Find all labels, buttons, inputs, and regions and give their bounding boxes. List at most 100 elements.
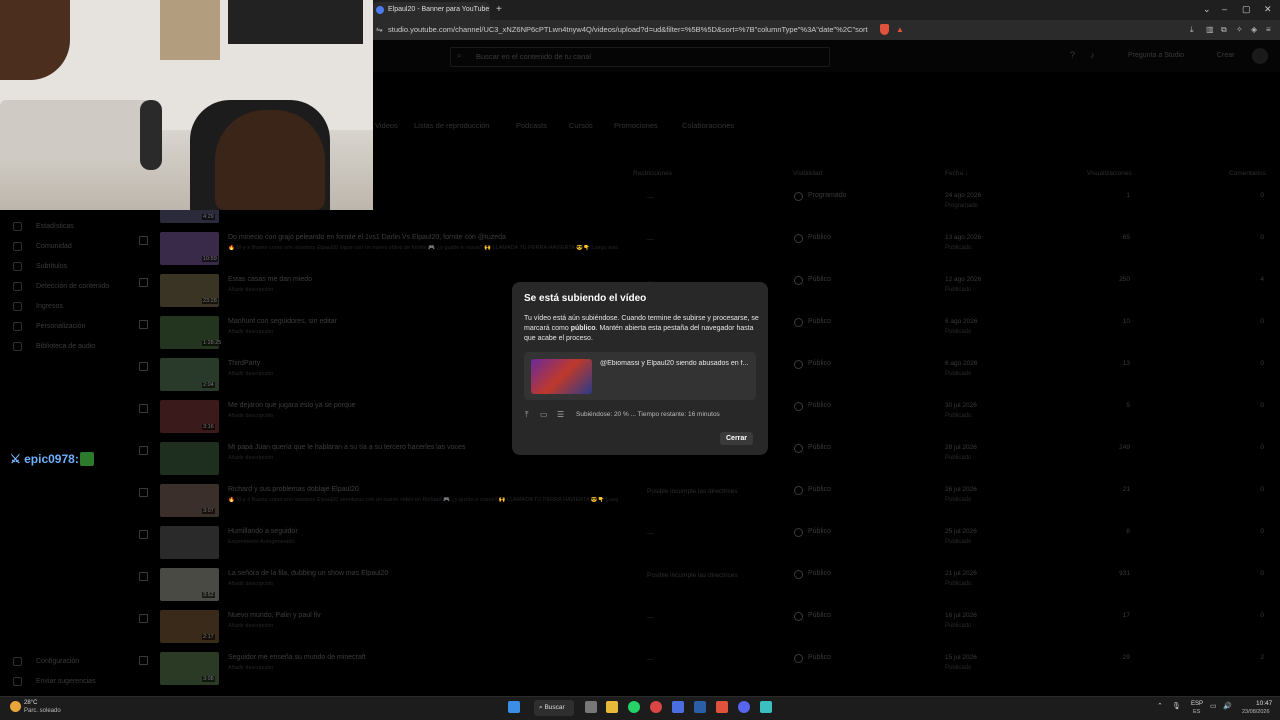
video-title[interactable]: Humillando a seguidor: [228, 528, 298, 535]
sidebar-item-0[interactable]: Estadísticas: [36, 223, 74, 230]
sidebar-item-5[interactable]: Personalización: [36, 323, 85, 330]
brave-taskbar-icon[interactable]: [716, 701, 728, 713]
help-icon[interactable]: ?: [1070, 50, 1075, 60]
video-thumbnail[interactable]: [160, 526, 219, 559]
whatsapp-icon[interactable]: [628, 701, 640, 713]
col-date[interactable]: Fecha ↓: [945, 170, 968, 177]
sidebar-item-1[interactable]: Comunidad: [36, 243, 72, 250]
video-title[interactable]: Me dejaron que jugara esto ya se porque: [228, 402, 356, 409]
video-title[interactable]: Estas casas me dan miedo: [228, 276, 312, 283]
notifications-icon[interactable]: ♪: [1090, 50, 1095, 60]
brave-rewards-icon[interactable]: ▲: [896, 25, 904, 34]
extensions-icon[interactable]: ✧: [1236, 25, 1243, 34]
weather-icon[interactable]: [10, 701, 21, 712]
video-visibility[interactable]: Público: [808, 276, 831, 283]
video-title[interactable]: Do minecio con grajo peleando en fornite…: [228, 234, 506, 241]
screenshot-icon[interactable]: ⧉: [1221, 25, 1227, 35]
avatar[interactable]: [1252, 48, 1268, 64]
video-views: 250: [1119, 276, 1130, 283]
sidebar-item-4[interactable]: Ingresos: [36, 303, 63, 310]
discord-icon[interactable]: [738, 701, 750, 713]
video-visibility[interactable]: Público: [808, 486, 831, 493]
tab-4[interactable]: Promociones: [614, 121, 658, 130]
ask-studio-button[interactable]: Pregunta a Studio: [1128, 52, 1184, 59]
new-tab-button[interactable]: +: [496, 4, 502, 15]
sidebar-item-2[interactable]: Subtítulos: [36, 263, 67, 270]
video-title[interactable]: Seguidor me enseña su mundo de minecraft: [228, 654, 366, 661]
start-icon[interactable]: [508, 701, 520, 713]
tab-list-icon[interactable]: ⌄: [1203, 4, 1211, 15]
video-title[interactable]: Richard y sus problemas doblaje Elpaul20: [228, 486, 359, 493]
video-title[interactable]: Nuevo mundo, Palin y paul fiv: [228, 612, 321, 619]
video-visibility[interactable]: Público: [808, 360, 831, 367]
tray-chevron-icon[interactable]: ⌃: [1157, 702, 1163, 710]
brave-shield-icon[interactable]: [880, 24, 889, 35]
notepad-icon[interactable]: [760, 701, 772, 713]
table-row[interactable]: 3:07 Richard y sus problemas doblaje Elpa…: [130, 484, 1280, 526]
video-visibility[interactable]: Público: [808, 528, 831, 535]
row-checkbox[interactable]: [139, 488, 148, 497]
browser-tab[interactable]: Elpaul20 - Banner para YouTube: [372, 2, 490, 20]
row-checkbox[interactable]: [139, 320, 148, 329]
app-icon[interactable]: [672, 701, 684, 713]
mic-icon[interactable]: 🎙: [1172, 702, 1181, 710]
clock-time[interactable]: 10:47: [1256, 700, 1272, 707]
video-title[interactable]: ThirdParty: [228, 360, 260, 367]
video-comments: 0: [1260, 444, 1264, 451]
sidebar-item-3[interactable]: Detección de contenido: [36, 283, 109, 290]
url-field[interactable]: studio.youtube.com/channel/UC3_xNZ6NP6cP…: [388, 25, 868, 34]
video-title[interactable]: La señora de la fila, dubbing un show ma…: [228, 570, 388, 577]
download-icon[interactable]: ⤓: [1190, 25, 1194, 35]
video-thumbnail[interactable]: [160, 442, 219, 475]
tab-5[interactable]: Colaboraciones: [682, 121, 734, 130]
lang-indicator[interactable]: ESP: [1191, 701, 1203, 707]
row-checkbox[interactable]: [139, 656, 148, 665]
sidebar-item-6[interactable]: Biblioteca de audio: [36, 343, 95, 350]
tab-0[interactable]: Videos: [375, 121, 398, 130]
row-checkbox[interactable]: [139, 572, 148, 581]
create-button[interactable]: Crear: [1217, 52, 1235, 59]
video-visibility[interactable]: Público: [808, 654, 831, 661]
row-checkbox[interactable]: [139, 278, 148, 287]
row-checkbox[interactable]: [139, 404, 148, 413]
task-view-icon[interactable]: [585, 701, 597, 713]
taskbar-search[interactable]: ⌕ Buscar: [534, 700, 574, 716]
row-checkbox[interactable]: [139, 362, 148, 371]
tab-2[interactable]: Podcasts: [516, 121, 547, 130]
chrome-icon[interactable]: [650, 701, 662, 713]
table-row[interactable]: 2:17 Nuevo mundo, Palin y paul fiv Añadir …: [130, 610, 1280, 652]
video-visibility[interactable]: Público: [808, 318, 831, 325]
maximize-button[interactable]: ▢: [1242, 4, 1251, 15]
table-row[interactable]: 3:52 La señora de la fila, dubbing un sho…: [130, 568, 1280, 610]
network-icon[interactable]: ▭: [1210, 702, 1217, 710]
close-window-button[interactable]: ✕: [1264, 4, 1272, 15]
table-row[interactable]: Humillando a seguidor Experimento Autogen…: [130, 526, 1280, 568]
wallet-icon[interactable]: ◈: [1251, 25, 1257, 34]
sidebar-item-1[interactable]: Enviar sugerencias: [36, 678, 96, 685]
video-visibility[interactable]: Público: [808, 570, 831, 577]
video-title[interactable]: Manhunt con seguidores, sin editar: [228, 318, 337, 325]
row-checkbox[interactable]: [139, 236, 148, 245]
minimize-button[interactable]: –: [1222, 4, 1227, 14]
video-visibility[interactable]: Programado: [808, 192, 847, 199]
video-visibility[interactable]: Público: [808, 402, 831, 409]
sidebar-icon[interactable]: ▥: [1206, 25, 1214, 34]
volume-icon[interactable]: 🔊: [1223, 702, 1232, 710]
close-button[interactable]: Cerrar: [720, 432, 754, 445]
site-info-icon[interactable]: ⇋: [376, 25, 383, 34]
video-visibility[interactable]: Público: [808, 234, 831, 241]
row-checkbox[interactable]: [139, 446, 148, 455]
table-row[interactable]: 10:59 Do minecio con grajo peleando en fo…: [130, 232, 1280, 274]
tab-3[interactable]: Cursos: [569, 121, 593, 130]
table-row[interactable]: 3:08 Seguidor me enseña su mundo de minec…: [130, 652, 1280, 694]
sidebar-item-0[interactable]: Configuración: [36, 658, 79, 665]
vscode-icon[interactable]: [694, 701, 706, 713]
row-checkbox[interactable]: [139, 614, 148, 623]
video-visibility[interactable]: Público: [808, 612, 831, 619]
file-explorer-icon[interactable]: [606, 701, 618, 713]
row-checkbox[interactable]: [139, 530, 148, 539]
video-visibility[interactable]: Público: [808, 444, 831, 451]
tab-1[interactable]: Listas de reproducción: [414, 121, 489, 130]
video-title[interactable]: Mi papá Juan quería que le hablaran a su…: [228, 444, 465, 451]
menu-icon[interactable]: ≡: [1266, 25, 1271, 34]
